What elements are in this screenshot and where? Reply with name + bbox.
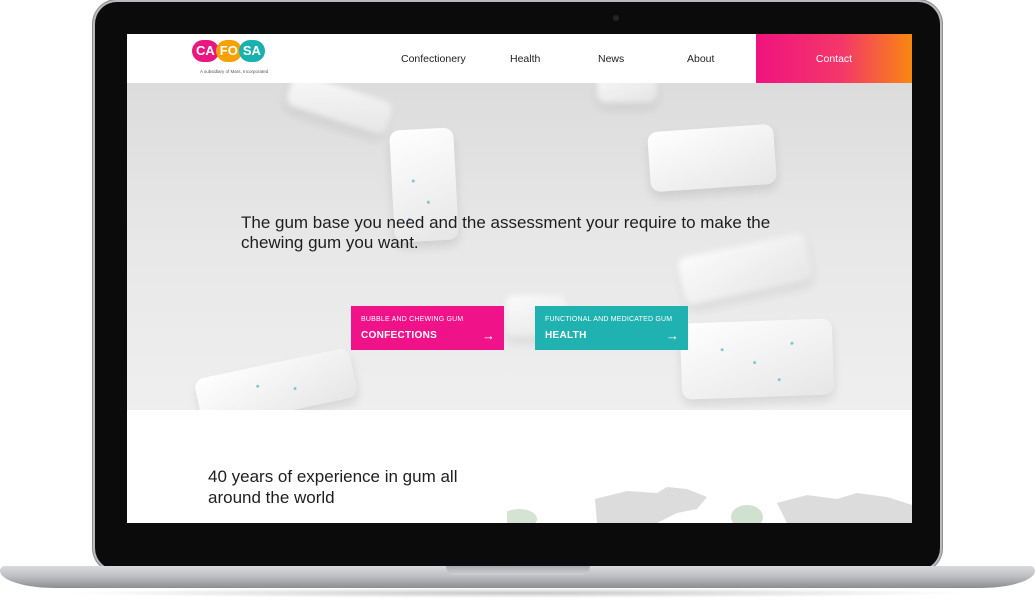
logo-wordmark: CA FO SA	[192, 40, 265, 62]
confections-button[interactable]: BUBBLE AND CHEWING GUM CONFECTIONS →	[351, 306, 504, 350]
site-logo[interactable]: CA FO SA A subsidiary of Mars, Incorpora…	[192, 40, 282, 80]
nav-news[interactable]: News	[598, 53, 624, 65]
experience-heading: 40 years of experience in gum all around…	[208, 467, 458, 507]
gum-piece-image	[679, 318, 835, 400]
hero-banner: The gum base you need and the assessment…	[127, 83, 912, 410]
gum-piece-image	[193, 347, 359, 410]
logo-letters-fo: FO	[215, 40, 242, 62]
world-map-image	[507, 487, 912, 523]
site-header: CA FO SA A subsidiary of Mars, Incorpora…	[127, 34, 912, 83]
logo-letters-sa: SA	[238, 40, 265, 62]
logo-letters-ca: CA	[192, 40, 219, 62]
nav-about[interactable]: About	[687, 53, 714, 65]
gum-piece-image	[284, 83, 395, 137]
logo-tagline: A subsidiary of Mars, Incorporated	[200, 69, 269, 74]
laptop-notch	[446, 566, 590, 575]
arrow-right-icon: →	[666, 328, 679, 343]
health-button[interactable]: FUNCTIONAL AND MEDICATED GUM HEALTH →	[535, 306, 688, 350]
gum-piece-image	[597, 83, 657, 103]
hero-headline: The gum base you need and the assessment…	[241, 213, 771, 252]
browser-viewport: CA FO SA A subsidiary of Mars, Incorpora…	[127, 34, 912, 523]
nav-health[interactable]: Health	[510, 53, 540, 65]
camera-icon	[613, 15, 619, 21]
laptop-shadow	[60, 588, 975, 598]
confections-label: CONFECTIONS	[361, 330, 438, 341]
confections-subtitle: BUBBLE AND CHEWING GUM	[361, 316, 464, 323]
gum-piece-image	[647, 123, 777, 193]
contact-button[interactable]: Contact	[756, 34, 912, 83]
health-subtitle: FUNCTIONAL AND MEDICATED GUM	[545, 316, 673, 323]
nav-confectionery[interactable]: Confectionery	[401, 53, 466, 65]
arrow-right-icon: →	[482, 328, 495, 343]
health-label: HEALTH	[545, 330, 587, 341]
